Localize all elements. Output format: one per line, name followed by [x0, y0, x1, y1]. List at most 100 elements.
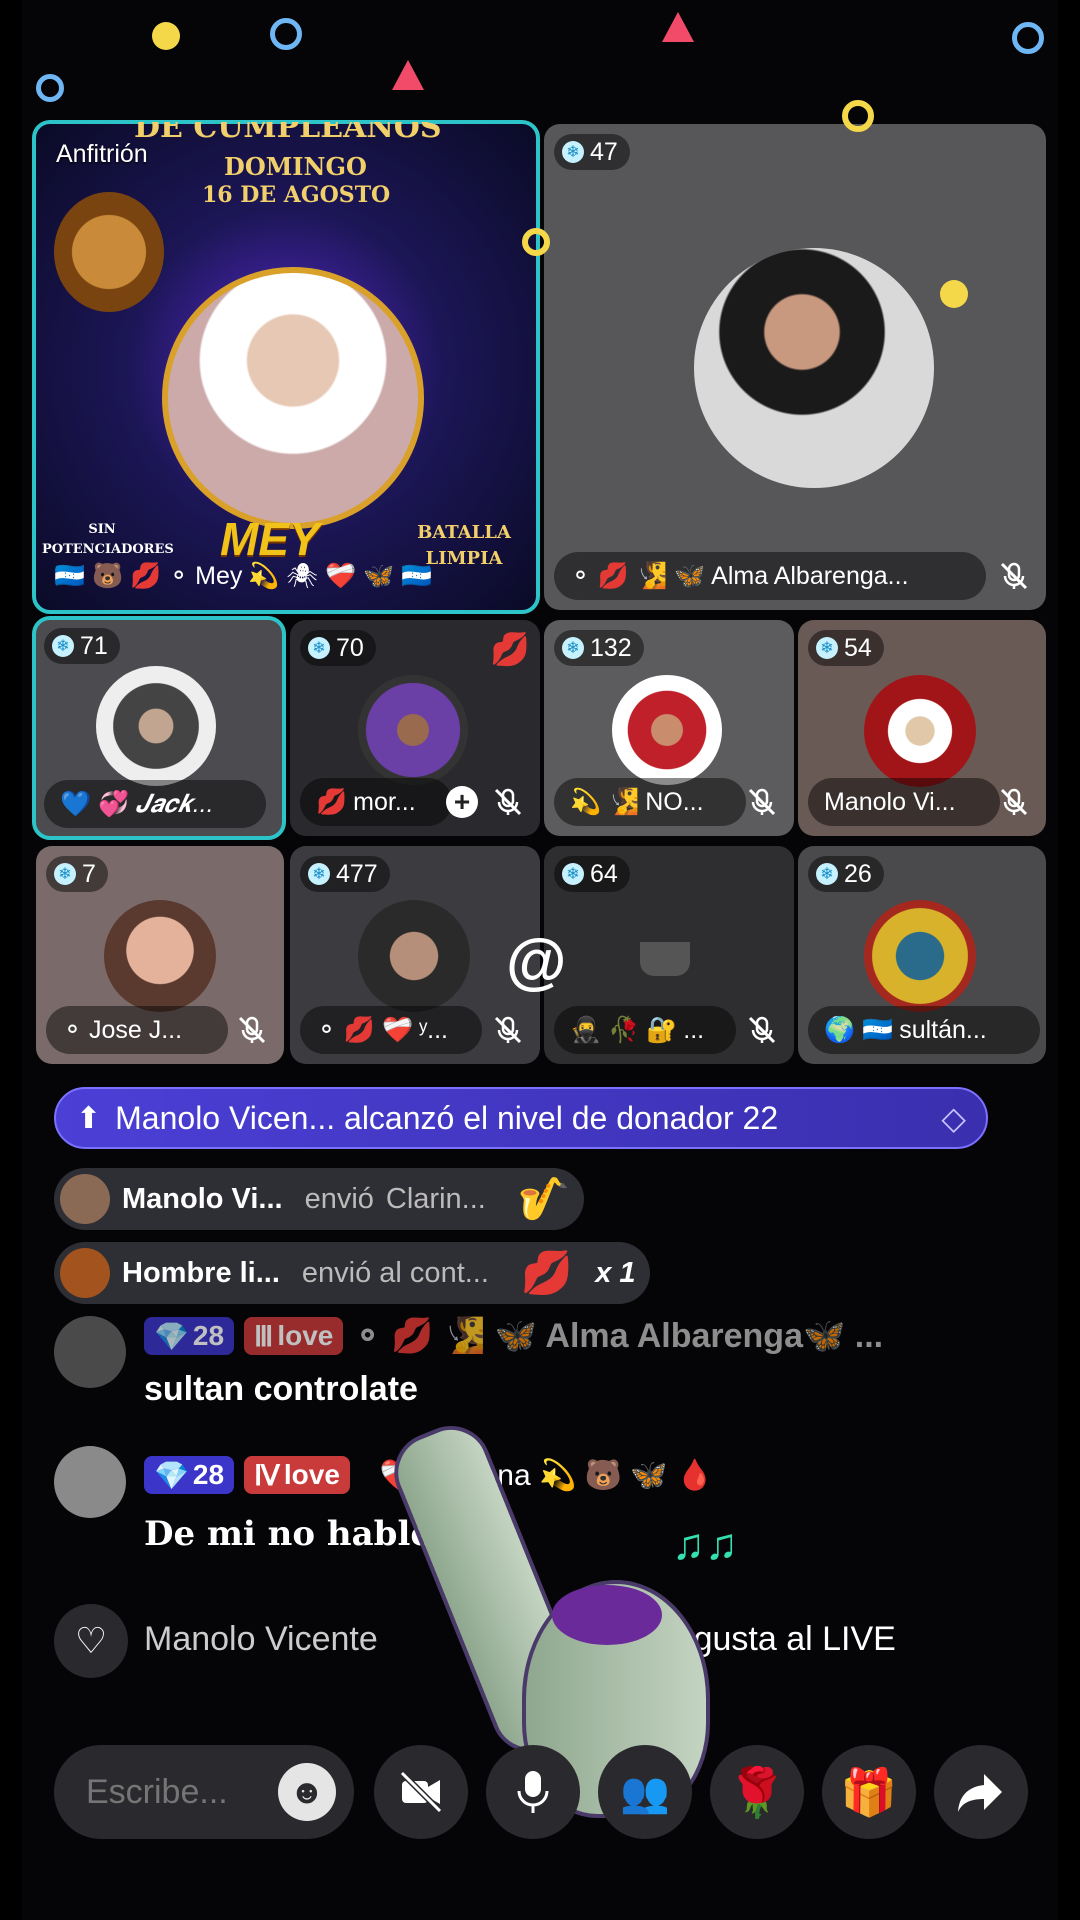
- like-icon: ♡: [54, 1604, 128, 1678]
- host-name-prefix: 🇭🇳 🐻 💋 ⚬: [54, 562, 190, 590]
- guest-tile-1[interactable]: ❄ 47 ⚬ 💋 🧏 🦋 Alma Albarenga...: [544, 124, 1046, 610]
- comment-input[interactable]: ☻: [54, 1745, 354, 1839]
- diamond-icon: ❄: [308, 863, 330, 885]
- host-name-suffix: 💫 🕷 ❤️‍🩹 🦋 🇭🇳: [248, 561, 433, 590]
- diamond-icon: ❄: [816, 863, 838, 885]
- chat-message: 💎 28 Ⅲlove ⚬ 💋 🧏 🦋 Alma Albarenga🦋 ... su…: [144, 1316, 1044, 1409]
- guest-count-badge: ❄ 132: [554, 630, 644, 666]
- mic-muted-icon[interactable]: [488, 1010, 528, 1050]
- host-avatar: [162, 267, 424, 529]
- guest-name-bar: 🌍 🇭🇳 sultán...: [808, 1006, 1040, 1054]
- mention-symbol: @: [506, 927, 567, 996]
- guest-count-badge: ❄ 54: [808, 630, 884, 666]
- guest-avatar: [96, 666, 216, 786]
- chat-text: sultan controlate: [144, 1370, 418, 1408]
- guest-avatar: [358, 900, 470, 1012]
- banner-date: 16 DE AGOSTO: [202, 182, 391, 208]
- diamond-icon: ❄: [816, 637, 838, 659]
- mic-muted-icon[interactable]: [994, 782, 1034, 822]
- emoji-icon[interactable]: ☻: [278, 1763, 336, 1821]
- mic-muted-icon[interactable]: [488, 782, 528, 822]
- guest-name-bar: 💙 💞 𝑱𝒂𝒄𝒌...: [44, 780, 266, 828]
- level-banner-text: Manolo Vicen... alcanzó el nivel de dona…: [115, 1099, 779, 1136]
- lion-decoration: [54, 192, 164, 312]
- camera-off-button[interactable]: [374, 1745, 468, 1839]
- avatar: [60, 1248, 110, 1298]
- level-tag: 💎 28: [144, 1317, 235, 1355]
- mic-muted-icon[interactable]: [232, 1010, 272, 1050]
- guest-name: ...: [683, 1015, 705, 1044]
- role-label: Anfitrión: [56, 140, 148, 168]
- guest-name-bar: ⚬ 💋 ❤️‍🩹 ʸ...: [300, 1006, 482, 1054]
- comment-field[interactable]: [84, 1771, 278, 1813]
- guest-tile-8[interactable]: ❄ 64 🥷 🥀 🔐...: [544, 846, 794, 1064]
- lips-icon: 💋: [520, 1248, 574, 1296]
- gift-count: x 1: [595, 1256, 636, 1289]
- mic-muted-icon[interactable]: [742, 782, 782, 822]
- share-button[interactable]: [934, 1745, 1028, 1839]
- mic-muted-icon[interactable]: [742, 1010, 782, 1050]
- guest-name: Jose J...: [88, 1015, 183, 1044]
- cup-icon: [640, 942, 690, 976]
- gift-notification: Hombre li... envió al cont... 💋 x 1: [54, 1242, 650, 1304]
- avatar: [54, 1446, 126, 1518]
- heart-badge-icon: Ⅲ: [254, 1320, 274, 1352]
- guest-count-badge: ❄ 71: [44, 628, 120, 664]
- guest-avatar: [694, 248, 934, 488]
- love-tag: Ⅳlove: [244, 1456, 350, 1494]
- guest-tile-5[interactable]: ❄ 54 Manolo Vi...: [798, 620, 1046, 836]
- lips-icon: 💋: [490, 631, 530, 667]
- rose-button[interactable]: 🌹: [710, 1745, 804, 1839]
- gift-action: envió: [304, 1182, 374, 1215]
- guest-tile-4[interactable]: ❄ 132 💫 🧏 NO...: [544, 620, 794, 836]
- mic-muted-icon[interactable]: [994, 556, 1034, 596]
- guest-name: 𝑱𝒂𝒄𝒌...: [135, 789, 214, 818]
- guest-count-badge: ❄ 70: [300, 630, 376, 666]
- confetti-decoration: [940, 280, 968, 308]
- host-name-bar: 🇭🇳 🐻 💋 ⚬ Mey 💫 🕷 ❤️‍🩹 🦋 🇭🇳: [54, 552, 432, 600]
- guest-tile-6[interactable]: ❄ 7 ⚬ Jose J...: [36, 846, 284, 1064]
- guest-tile-9[interactable]: ❄ 26 🌍 🇭🇳 sultán...: [798, 846, 1046, 1064]
- diamond-icon: ❄: [562, 141, 584, 163]
- guest-avatar: [864, 900, 976, 1012]
- banner-day: DOMINGO: [224, 152, 367, 181]
- add-icon[interactable]: +: [446, 786, 478, 818]
- microphone-button[interactable]: [486, 1745, 580, 1839]
- gift-user: Hombre li...: [122, 1256, 280, 1289]
- guest-count-badge: ❄ 26: [808, 856, 884, 892]
- diamond-icon: 💎: [154, 1459, 189, 1491]
- confetti-decoration: [270, 18, 302, 50]
- guest-tile-7[interactable]: ❄ 477 ⚬ 💋 ❤️‍🩹 ʸ...: [290, 846, 540, 1064]
- heart-badge-icon: Ⅳ: [254, 1459, 280, 1491]
- banner-top: DE CUMPLEAÑOS: [134, 122, 442, 145]
- live-room: DE CUMPLEAÑOS DOMINGO 16 DE AGOSTO Anfit…: [22, 0, 1058, 1920]
- level-tag: 💎 28: [144, 1456, 235, 1494]
- guest-avatar: [358, 675, 468, 785]
- guest-tile-3[interactable]: ❄ 70 💋 💋 mor... +: [290, 620, 540, 836]
- guest-name: Alma Albarenga...: [711, 561, 909, 590]
- diamond-icon: ❄: [562, 637, 584, 659]
- guest-name: NO...: [645, 787, 704, 816]
- guest-tile-2[interactable]: ❄ 71 💙 💞 𝑱𝒂𝒄𝒌...: [32, 616, 286, 840]
- diamond-icon: 💎: [154, 1320, 189, 1352]
- diamond-icon: ❄: [562, 863, 584, 885]
- avatar: [54, 1316, 126, 1388]
- diamond-outline-icon: ◇: [941, 1100, 966, 1136]
- host-tile[interactable]: DE CUMPLEAÑOS DOMINGO 16 DE AGOSTO Anfit…: [32, 120, 540, 614]
- confetti-decoration: [662, 12, 694, 42]
- guest-avatar: [104, 900, 216, 1012]
- guests-button[interactable]: 👥: [598, 1745, 692, 1839]
- guest-name: mor...: [353, 787, 416, 816]
- diamond-icon: ❄: [52, 635, 74, 657]
- guest-avatar: [864, 675, 976, 787]
- guest-name-bar: 🥷 🥀 🔐...: [554, 1006, 736, 1054]
- guest-name: sultán...: [899, 1015, 987, 1044]
- guest-name-bar: ⚬ 💋 🧏 🦋 Alma Albarenga...: [554, 552, 986, 600]
- confetti-decoration: [842, 100, 874, 132]
- guest-count-badge: ❄ 477: [300, 856, 390, 892]
- confetti-decoration: [36, 74, 64, 102]
- gift-button[interactable]: 🎁: [822, 1745, 916, 1839]
- guest-count-badge: ❄ 64: [554, 856, 630, 892]
- arrow-up-icon: ⬆: [76, 1101, 102, 1135]
- guest-count-badge: ❄ 47: [554, 134, 630, 170]
